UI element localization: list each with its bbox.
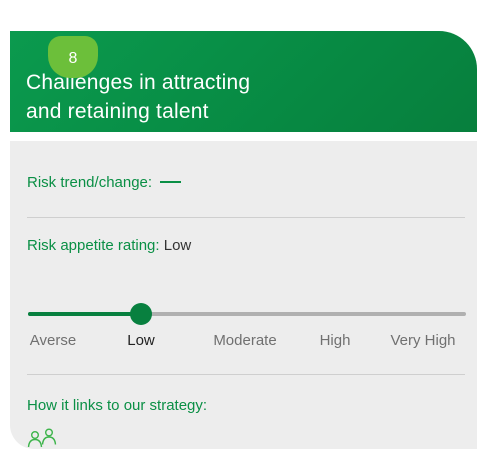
no-change-dash-icon bbox=[160, 181, 182, 184]
risk-title: Challenges in attracting and retaining t… bbox=[26, 68, 250, 126]
scale-label-low: Low bbox=[127, 332, 155, 349]
scale-label-averse: Averse bbox=[29, 332, 77, 349]
people-icon bbox=[27, 428, 61, 455]
risk-details: Risk trend/change: Risk appetite rating:… bbox=[10, 141, 477, 449]
divider bbox=[27, 374, 465, 375]
scale-label-moderate: Moderate bbox=[213, 332, 277, 349]
divider bbox=[27, 217, 465, 218]
scale-label-high: High bbox=[319, 332, 351, 349]
risk-appetite-label: Risk appetite rating: bbox=[27, 237, 160, 254]
risk-appetite-value: Low bbox=[163, 237, 192, 254]
strategy-label: How it links to our strategy: bbox=[27, 397, 208, 414]
risk-title-line-2: and retaining talent bbox=[26, 100, 209, 123]
appetite-scale-fill bbox=[28, 312, 141, 316]
risk-trend-row: Risk trend/change: bbox=[27, 174, 182, 191]
appetite-scale-marker bbox=[130, 303, 152, 325]
risk-number-badge: 8 bbox=[48, 36, 98, 78]
risk-trend-label: Risk trend/change: bbox=[27, 174, 153, 191]
scale-label-very-high: Very High bbox=[390, 332, 456, 349]
risk-card: Challenges in attracting and retaining t… bbox=[10, 31, 477, 449]
risk-appetite-row: Risk appetite rating: Low bbox=[27, 237, 191, 254]
